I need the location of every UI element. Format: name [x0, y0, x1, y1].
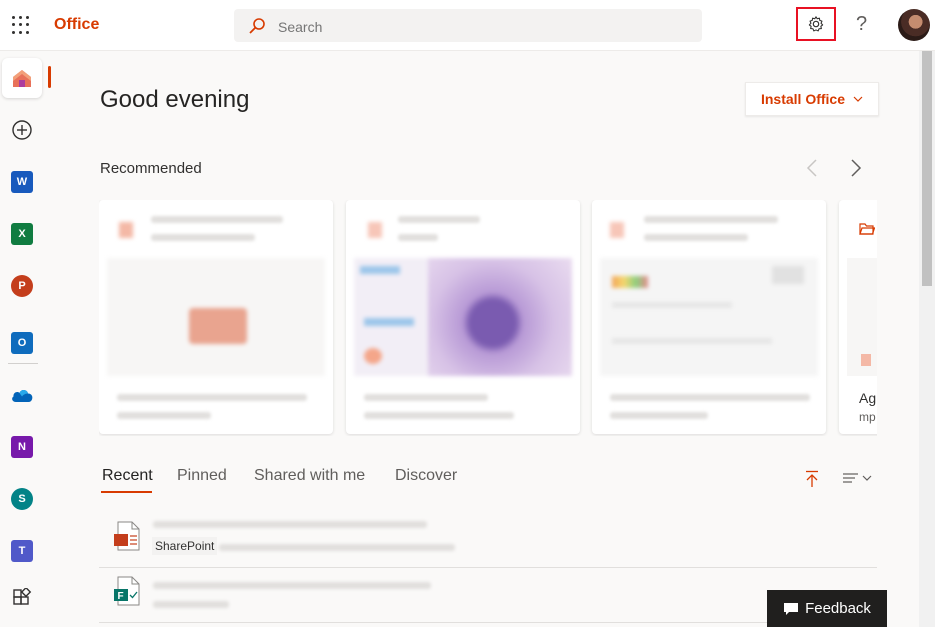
outlook-icon: O	[11, 332, 33, 354]
rail-item-sharepoint[interactable]: S	[2, 479, 42, 519]
all-apps-icon	[13, 588, 32, 605]
install-office-button[interactable]: Install Office	[745, 82, 879, 116]
feedback-label: Feedback	[805, 600, 871, 617]
rail-item-excel[interactable]: X	[2, 214, 42, 254]
active-tab-indicator	[101, 491, 152, 493]
rail-item-onenote[interactable]: N	[2, 427, 42, 467]
plus-circle-icon	[12, 120, 32, 140]
search-input[interactable]	[276, 9, 680, 44]
blurred-text	[610, 394, 810, 401]
card-thumbnail	[847, 258, 877, 376]
blurred-text	[153, 521, 427, 528]
onenote-icon: N	[11, 436, 33, 458]
rail-item-home[interactable]	[2, 58, 42, 98]
chevron-down-icon	[853, 96, 863, 102]
top-bar: Office ?	[0, 0, 935, 51]
tab-pinned[interactable]: Pinned	[177, 467, 227, 485]
recommended-cards: Ag mp	[99, 200, 877, 436]
svg-text:F: F	[118, 591, 124, 602]
blurred-text	[151, 234, 255, 241]
scrollbar-thumb[interactable]	[922, 51, 932, 286]
excel-icon: X	[11, 223, 33, 245]
list-item[interactable]: F	[99, 566, 877, 623]
rail-item-onedrive[interactable]	[2, 375, 42, 415]
rail-item-create[interactable]	[2, 110, 42, 150]
home-icon	[13, 70, 31, 87]
word-icon: W	[11, 171, 33, 193]
card-thumbnail	[107, 258, 325, 376]
recommended-heading: Recommended	[100, 160, 202, 177]
chat-icon	[784, 602, 799, 615]
app-name[interactable]: Office	[54, 16, 99, 34]
blurred-text	[364, 394, 488, 401]
card-subtitle: mp	[859, 410, 876, 424]
powerpoint-icon: P	[11, 275, 33, 297]
file-icon	[119, 222, 133, 238]
recommended-card[interactable]	[99, 200, 333, 434]
left-rail: W X P O N S T	[0, 51, 44, 627]
search-icon	[249, 18, 265, 34]
folder-icon	[859, 223, 875, 235]
blurred-text	[117, 394, 307, 401]
active-rail-indicator	[48, 66, 51, 88]
rail-item-teams[interactable]: T	[2, 531, 42, 571]
sort-menu-icon[interactable]	[842, 471, 874, 490]
source-badge: SharePoint	[152, 537, 218, 555]
install-office-label: Install Office	[760, 91, 846, 107]
list-item[interactable]: SharePoint	[99, 511, 877, 568]
rail-divider	[8, 363, 38, 364]
card-thumbnail	[354, 258, 572, 376]
blurred-text	[644, 216, 778, 223]
carousel-next-icon[interactable]	[850, 158, 862, 184]
blurred-text	[398, 216, 480, 223]
greeting-heading: Good evening	[100, 86, 250, 113]
scrollbar[interactable]	[919, 51, 935, 627]
sharepoint-icon: S	[11, 488, 33, 510]
rail-item-outlook[interactable]: O	[2, 323, 42, 363]
file-icon	[368, 222, 382, 238]
blurred-text	[219, 544, 455, 551]
blurred-text	[364, 412, 514, 419]
blurred-text	[398, 234, 438, 241]
blurred-text	[151, 216, 283, 223]
tab-shared-with-me[interactable]: Shared with me	[254, 467, 365, 485]
card-thumbnail	[600, 258, 818, 376]
powerpoint-file-icon	[114, 521, 140, 551]
tab-discover[interactable]: Discover	[395, 467, 457, 485]
teams-icon: T	[11, 540, 33, 562]
blurred-text	[153, 582, 431, 589]
file-icon	[610, 222, 624, 238]
settings-button[interactable]	[796, 7, 836, 41]
recommended-card-partial[interactable]: Ag mp	[839, 200, 877, 434]
blurred-text	[644, 234, 748, 241]
help-icon[interactable]: ?	[856, 13, 867, 36]
feedback-button[interactable]: Feedback	[767, 590, 887, 627]
blurred-text	[610, 412, 708, 419]
upload-icon[interactable]	[805, 470, 819, 493]
rail-item-powerpoint[interactable]: P	[2, 266, 42, 306]
card-title: Ag	[859, 390, 877, 406]
blurred-text	[153, 601, 229, 608]
avatar[interactable]	[898, 9, 930, 41]
onedrive-icon	[12, 390, 33, 402]
recommended-card[interactable]	[346, 200, 580, 434]
carousel-prev-icon[interactable]	[806, 158, 818, 184]
blurred-text	[117, 412, 211, 419]
app-launcher-icon[interactable]	[12, 16, 30, 34]
tab-recent[interactable]: Recent	[102, 467, 153, 485]
rail-item-all-apps[interactable]	[2, 578, 42, 618]
rail-item-word[interactable]: W	[2, 162, 42, 202]
search-box[interactable]	[234, 9, 702, 44]
forms-file-icon: F	[114, 576, 140, 606]
recommended-card[interactable]	[592, 200, 826, 434]
gear-icon	[808, 16, 824, 32]
